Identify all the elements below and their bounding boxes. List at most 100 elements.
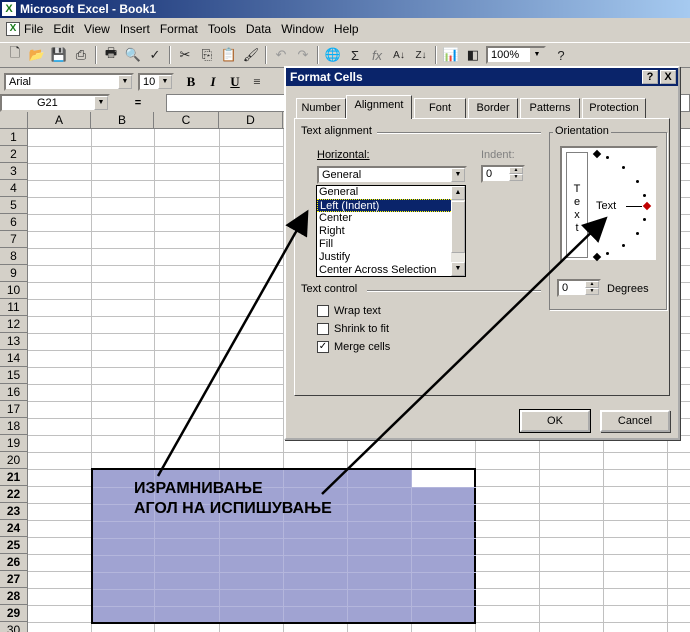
dial-dot[interactable]: [622, 166, 625, 169]
dialog-close-button[interactable]: X: [660, 70, 676, 84]
column-header-a[interactable]: A: [28, 112, 91, 129]
chart-wizard-icon[interactable]: 📊: [440, 44, 462, 66]
italic-icon[interactable]: I: [202, 72, 224, 92]
copy-icon[interactable]: ⎘: [196, 44, 218, 66]
zoom-combo[interactable]: 100%: [486, 46, 546, 64]
new-icon[interactable]: 🗋: [4, 44, 26, 66]
bold-icon[interactable]: B: [180, 72, 202, 92]
merge-cells-box[interactable]: ✓: [317, 341, 329, 353]
row-header[interactable]: 13: [0, 333, 28, 350]
row-header[interactable]: 3: [0, 163, 28, 180]
underline-icon[interactable]: U: [224, 72, 246, 92]
scroll-down-icon[interactable]: ▼: [451, 262, 465, 276]
align-left-icon[interactable]: ≡: [246, 72, 268, 92]
option-justify[interactable]: Justify: [317, 251, 465, 264]
dial-marker-top[interactable]: [592, 149, 602, 159]
function-icon[interactable]: fx: [366, 44, 388, 66]
permission-icon[interactable]: ⎙: [70, 44, 92, 66]
workbook-icon[interactable]: X: [6, 22, 20, 36]
spin-down-icon[interactable]: ▼: [509, 174, 523, 181]
row-header[interactable]: 6: [0, 214, 28, 231]
dial-dot[interactable]: [606, 252, 609, 255]
active-cell[interactable]: [411, 470, 474, 487]
row-header[interactable]: 7: [0, 231, 28, 248]
row-header[interactable]: 11: [0, 299, 28, 316]
column-header-d[interactable]: D: [219, 112, 283, 129]
menu-window[interactable]: Window: [276, 18, 329, 40]
row-header[interactable]: 4: [0, 180, 28, 197]
row-header[interactable]: 9: [0, 265, 28, 282]
spelling-icon[interactable]: ✓: [144, 44, 166, 66]
row-header[interactable]: 10: [0, 282, 28, 299]
tab-font[interactable]: Font: [414, 98, 466, 118]
option-right[interactable]: Right: [317, 225, 465, 238]
option-center[interactable]: Center: [317, 212, 465, 225]
row-header[interactable]: 12: [0, 316, 28, 333]
orientation-preview[interactable]: T e x t Text: [560, 146, 658, 262]
row-header[interactable]: 24: [0, 520, 28, 537]
sort-descending-icon[interactable]: Z↓: [410, 44, 432, 66]
tab-protection[interactable]: Protection: [582, 98, 646, 118]
horizontal-select[interactable]: General ▼: [317, 166, 467, 184]
row-header[interactable]: 29: [0, 605, 28, 622]
menu-data[interactable]: Data: [241, 18, 276, 40]
paste-icon[interactable]: 📋: [218, 44, 240, 66]
tab-alignment[interactable]: Alignment: [346, 95, 412, 119]
dial-dot[interactable]: [643, 194, 646, 197]
chevron-down-icon[interactable]: ▼: [451, 168, 465, 182]
ok-button[interactable]: OK: [519, 409, 591, 433]
font-size-combo[interactable]: 10 ▼: [138, 73, 174, 91]
dial-dot[interactable]: [643, 218, 646, 221]
row-header[interactable]: 2: [0, 146, 28, 163]
print-icon[interactable]: 🖶: [100, 44, 122, 66]
spin-up-icon[interactable]: ▲: [509, 167, 523, 174]
tab-number[interactable]: Number: [296, 98, 346, 118]
row-header[interactable]: 5: [0, 197, 28, 214]
scroll-up-icon[interactable]: ▲: [451, 186, 465, 200]
row-header[interactable]: 17: [0, 401, 28, 418]
undo-icon[interactable]: ↶: [270, 44, 292, 66]
menu-insert[interactable]: Insert: [115, 18, 155, 40]
hyperlink-icon[interactable]: 🌐: [322, 44, 344, 66]
column-header-c[interactable]: C: [154, 112, 219, 129]
format-painter-icon[interactable]: 🖌: [240, 44, 262, 66]
chevron-down-icon[interactable]: ▼: [158, 75, 172, 89]
spin-down-icon[interactable]: ▼: [585, 288, 599, 295]
menu-format[interactable]: Format: [155, 18, 203, 40]
row-header[interactable]: 21: [0, 469, 28, 486]
dial-dot[interactable]: [622, 244, 625, 247]
tab-patterns[interactable]: Patterns: [520, 98, 580, 118]
vertical-text-option[interactable]: T e x t: [566, 152, 588, 258]
option-general[interactable]: General: [317, 186, 465, 199]
scroll-thumb[interactable]: [451, 201, 465, 253]
indent-spinner[interactable]: 0 ▲ ▼: [481, 165, 525, 183]
row-header[interactable]: 14: [0, 350, 28, 367]
list-scrollbar[interactable]: ▲ ▼: [451, 186, 465, 276]
spin-up-icon[interactable]: ▲: [585, 281, 599, 288]
help-icon[interactable]: ?: [550, 44, 572, 66]
row-header[interactable]: 22: [0, 486, 28, 503]
degrees-spinner[interactable]: 0 ▲ ▼: [557, 279, 601, 297]
font-name-combo[interactable]: Arial ▼: [4, 73, 134, 91]
cancel-button[interactable]: Cancel: [600, 410, 670, 432]
dial-dot[interactable]: [636, 232, 639, 235]
menu-tools[interactable]: Tools: [203, 18, 241, 40]
menu-view[interactable]: View: [79, 18, 115, 40]
row-header[interactable]: 20: [0, 452, 28, 469]
option-fill[interactable]: Fill: [317, 238, 465, 251]
row-header[interactable]: 16: [0, 384, 28, 401]
orientation-dial[interactable]: Text: [592, 148, 658, 262]
option-center-across-selection[interactable]: Center Across Selection: [317, 264, 465, 276]
row-header[interactable]: 8: [0, 248, 28, 265]
wrap-text-checkbox[interactable]: Wrap text: [317, 305, 381, 317]
dial-dot[interactable]: [606, 156, 609, 159]
formula-equals[interactable]: =: [110, 97, 166, 109]
row-header[interactable]: 1: [0, 129, 28, 146]
row-header[interactable]: 18: [0, 418, 28, 435]
open-icon[interactable]: 📂: [26, 44, 48, 66]
row-header[interactable]: 15: [0, 367, 28, 384]
row-header[interactable]: 23: [0, 503, 28, 520]
dial-marker-bottom[interactable]: [592, 252, 602, 262]
shrink-to-fit-checkbox[interactable]: Shrink to fit: [317, 323, 389, 335]
name-box[interactable]: G21 ▼: [0, 94, 110, 112]
